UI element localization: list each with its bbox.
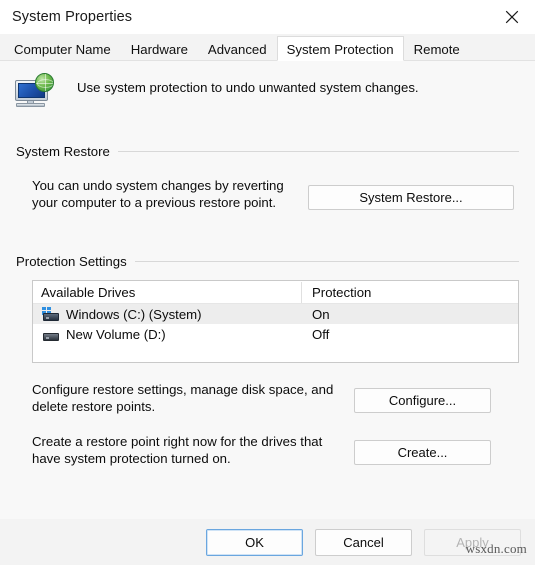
group-divider (117, 150, 519, 152)
drive-name: Windows (C:) (System) (66, 306, 202, 322)
system-restore-button[interactable]: System Restore... (308, 185, 514, 210)
drives-list-header: Available Drives Protection (33, 281, 518, 304)
system-restore-description: You can undo system changes by reverting… (32, 178, 284, 210)
system-properties-dialog: System Properties Computer Name Hardware… (0, 0, 535, 565)
tab-remote[interactable]: Remote (403, 36, 470, 61)
windows-system-drive-icon (42, 306, 60, 322)
drive-protection-state: On (312, 306, 330, 322)
intro-text: Use system protection to undo unwanted s… (77, 80, 419, 95)
cancel-button[interactable]: Cancel (315, 528, 412, 556)
table-row[interactable]: Windows (C:) (System) On (33, 304, 518, 324)
drive-icon (42, 327, 60, 342)
configure-row: Configure restore settings, manage disk … (16, 382, 519, 415)
tab-strip: Computer Name Hardware Advanced System P… (0, 34, 535, 61)
create-row: Create a restore point right now for the… (16, 434, 519, 467)
apply-button: Apply (424, 528, 521, 556)
table-row[interactable]: New Volume (D:) Off (33, 324, 518, 344)
system-restore-group-header: System Restore (16, 143, 519, 159)
create-description: Create a restore point right now for the… (32, 434, 323, 466)
tab-advanced[interactable]: Advanced (197, 36, 277, 61)
group-divider (134, 260, 519, 262)
drive-name: New Volume (D:) (66, 326, 166, 342)
dialog-footer: OK Cancel Apply wsxdn.com (0, 519, 535, 565)
title-bar: System Properties (0, 0, 535, 34)
configure-button[interactable]: Configure... (354, 388, 491, 413)
protection-settings-group-header: Protection Settings (16, 253, 519, 269)
column-header-available-drives: Available Drives (41, 284, 136, 300)
protection-settings-group-title: Protection Settings (16, 253, 127, 269)
tab-computer-name[interactable]: Computer Name (4, 36, 121, 61)
create-button[interactable]: Create... (354, 440, 491, 465)
protection-settings-group: Protection Settings Available Drives Pro… (16, 253, 519, 467)
ok-button[interactable]: OK (206, 528, 303, 556)
system-restore-group: System Restore You can undo system chang… (16, 143, 519, 211)
system-restore-group-title: System Restore (16, 143, 110, 159)
drive-protection-state: Off (312, 326, 330, 342)
system-protection-icon (14, 72, 60, 114)
tab-system-protection[interactable]: System Protection (276, 36, 404, 61)
close-button[interactable] (489, 0, 535, 34)
column-header-protection: Protection (301, 281, 518, 303)
system-protection-panel: Use system protection to undo unwanted s… (0, 60, 535, 519)
available-drives-list[interactable]: Available Drives Protection Windows (C:)… (32, 280, 519, 363)
window-title: System Properties (12, 9, 133, 25)
intro-row: Use system protection to undo unwanted s… (0, 61, 535, 114)
tab-hardware[interactable]: Hardware (120, 36, 198, 61)
system-restore-row: You can undo system changes by reverting… (16, 178, 519, 211)
configure-description: Configure restore settings, manage disk … (32, 382, 334, 414)
close-icon (505, 10, 519, 24)
